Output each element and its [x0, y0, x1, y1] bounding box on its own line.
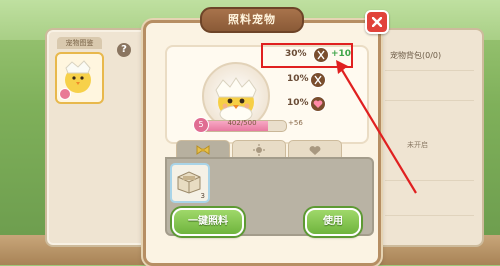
heart-icon [309, 145, 321, 155]
item-tabs [168, 140, 348, 160]
use-button[interactable]: 使用 [305, 208, 361, 236]
one-click-feed-button[interactable]: 一键照料 [172, 208, 244, 236]
sun-icon [253, 144, 265, 156]
bow-icon [196, 145, 210, 155]
food-box-icon [177, 171, 201, 194]
item-count: 3 [200, 192, 205, 200]
item-slot[interactable]: 3 [170, 163, 210, 203]
